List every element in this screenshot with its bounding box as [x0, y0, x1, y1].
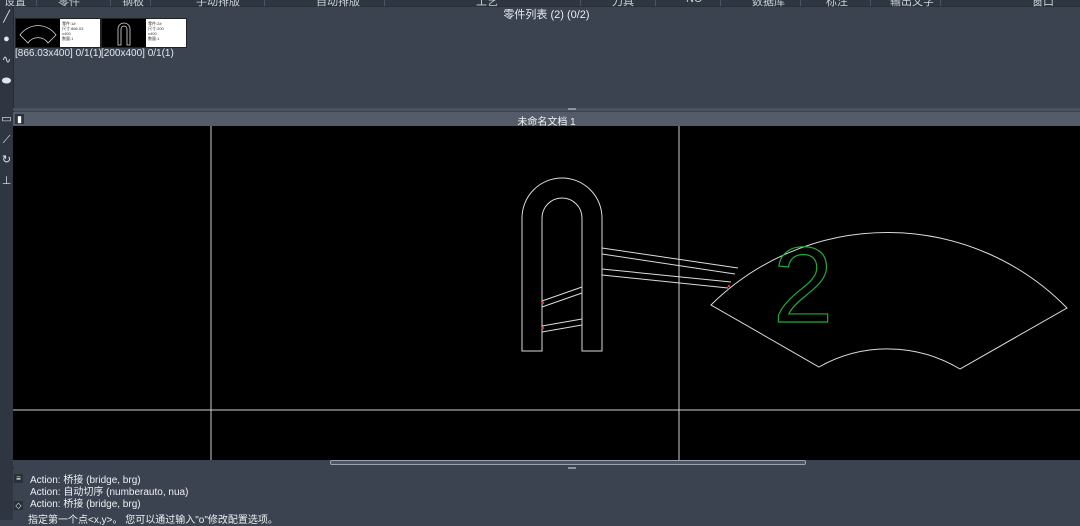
- fan-part-preview: [19, 25, 57, 44]
- menu-item-nc[interactable]: NC: [686, 0, 702, 5]
- rotate-tool-icon[interactable]: ↻: [0, 153, 13, 167]
- drawing-canvas[interactable]: 2: [13, 126, 1080, 460]
- part-number-label: 2: [773, 224, 833, 345]
- arch-bridge-line: [541, 286, 583, 302]
- drawing-svg: 2: [13, 126, 1080, 460]
- bridge-marker: [541, 326, 545, 330]
- part-info-line: 数量:1: [62, 36, 74, 41]
- arch-bridge-line: [541, 318, 583, 327]
- rect-tool-icon[interactable]: ▭: [0, 112, 13, 126]
- document-tab-bar[interactable]: 未命名文档 1: [13, 112, 1080, 128]
- part-label-1: [866.03x400] 0/1(1): [15, 48, 102, 59]
- arch-part-preview: [117, 22, 131, 46]
- splitter-grip-icon[interactable]: [568, 108, 576, 110]
- console-log-line: Action: 桥接 (bridge, brg): [30, 499, 141, 510]
- part-bridge-line: [601, 247, 739, 269]
- command-prompt[interactable]: 指定第一个点<x,y>。 您可以通过输入"o"修改配置选项。: [28, 511, 278, 526]
- arch-part[interactable]: [521, 177, 603, 352]
- part-bridge-line: [601, 274, 729, 289]
- spline-tool-icon[interactable]: ∿: [0, 53, 13, 67]
- part-info-panel: 零件:1# 尺寸:866.03 x400 数量:1: [60, 19, 100, 47]
- bridge-marker: [541, 301, 545, 305]
- circle-tool-icon[interactable]: ●: [0, 32, 13, 46]
- left-toolbar: ╱ ● ∿ ⬬ ▭ ⟋ ↻ ⊥: [0, 6, 14, 520]
- console-log-icon: ≡: [14, 474, 23, 483]
- fan-part[interactable]: [710, 231, 1068, 370]
- line-tool-icon[interactable]: ╱: [0, 10, 13, 24]
- arch-bridge-line: [541, 292, 583, 308]
- part-thumbnail-1[interactable]: 零件:1# 尺寸:866.03 x400 数量:1: [15, 18, 101, 48]
- part-info-line: 数量:1: [148, 36, 160, 41]
- part-label-2: [200x400] 0/1(1): [101, 48, 174, 59]
- part-info-panel: 零件:2# 尺寸:200 x400 数量:1: [146, 19, 186, 47]
- panel-splitter[interactable]: [13, 108, 1080, 111]
- document-icon: ▮: [15, 114, 24, 124]
- arch-bridge-line: [541, 324, 583, 333]
- horizontal-scroll-thumb[interactable]: [330, 460, 806, 465]
- bridge-marker: [727, 284, 731, 288]
- dimension-tool-icon[interactable]: ⊥: [0, 174, 13, 188]
- ellipse-tool-icon[interactable]: ⬬: [0, 74, 13, 88]
- polyline-tool-icon[interactable]: ⟋: [0, 133, 13, 147]
- part-thumbnail-2[interactable]: 零件:2# 尺寸:200 x400 数量:1: [101, 18, 187, 48]
- command-prompt-icon: ◇: [14, 501, 23, 510]
